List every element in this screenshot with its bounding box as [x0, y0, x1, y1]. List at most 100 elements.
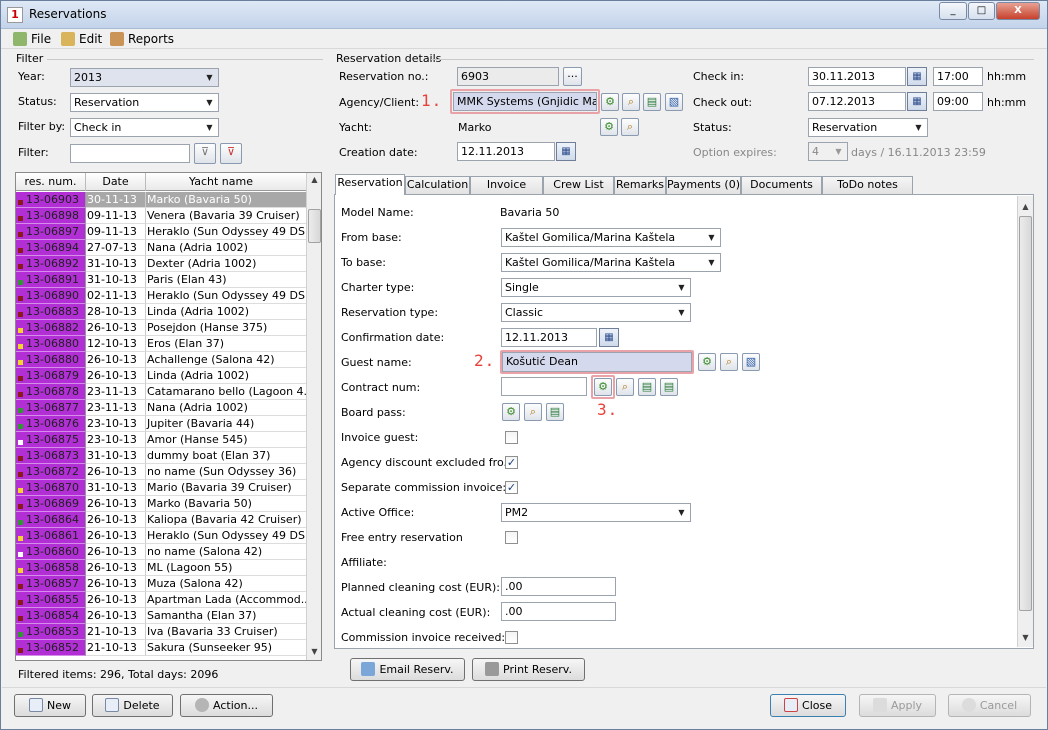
scroll-up-icon[interactable]: ▲	[1018, 202, 1033, 211]
comminv-checkbox[interactable]	[505, 631, 518, 644]
sepcomm-checkbox[interactable]: ✓	[505, 481, 518, 494]
tab-payments[interactable]: Payments (0)	[666, 176, 741, 194]
menu-file[interactable]: File	[11, 31, 51, 47]
menu-reports[interactable]: Reports	[108, 31, 174, 47]
invguest-checkbox[interactable]	[505, 431, 518, 444]
table-row[interactable]: 13-06873 31-10-13 dummy boat (Elan 37)	[16, 448, 306, 464]
tab-invoice-detail[interactable]: Invoice detail	[470, 176, 543, 207]
table-row[interactable]: 13-06860 26-10-13 no name (Salona 42)	[16, 544, 306, 560]
agency-edit-icon[interactable]: ▧	[665, 93, 683, 111]
tobase-select[interactable]: Kaštel Gomilica/Marina Kaštela ▼	[501, 253, 721, 272]
checkout-date-field[interactable]: 07.12.2013	[808, 92, 906, 111]
table-row[interactable]: 13-06882 26-10-13 Posejdon (Hanse 375)	[16, 320, 306, 336]
agency-field[interactable]: MMK Systems (Gnjidic Marko)	[453, 92, 597, 111]
planned-field[interactable]: .00	[501, 577, 616, 596]
table-row[interactable]: 13-06876 23-10-13 Jupiter (Bavaria 44)	[16, 416, 306, 432]
table-row[interactable]: 13-06878 23-11-13 Catamarano bello (Lagoon…	[16, 384, 306, 400]
tab-remarks[interactable]: Remarks	[614, 176, 666, 194]
table-row[interactable]: 13-06894 27-07-13 Nana (Adria 1002)	[16, 240, 306, 256]
form-scrollbar[interactable]: ▲ ▼	[1017, 196, 1033, 647]
checkin-date-field[interactable]: 30.11.2013	[808, 67, 906, 86]
grid-scrollbar[interactable]: ▲ ▼	[306, 173, 321, 660]
yacht-search-icon[interactable]: ⌕	[621, 118, 639, 136]
table-row[interactable]: 13-06898 09-11-13 Venera (Bavaria 39 Cruis…	[16, 208, 306, 224]
filter-input[interactable]	[70, 144, 190, 163]
table-row[interactable]: 13-06852 21-10-13 Sakura (Sunseeker 95)	[16, 640, 306, 656]
freeentry-checkbox[interactable]	[505, 531, 518, 544]
tab-reservation[interactable]: Reservation	[335, 174, 405, 195]
table-row[interactable]: 13-06875 23-10-13 Amor (Hanse 545)	[16, 432, 306, 448]
calendar-icon[interactable]: ▦	[556, 142, 576, 161]
status-select[interactable]: Reservation ▼	[70, 93, 219, 112]
cancel-button[interactable]: Cancel	[948, 694, 1031, 717]
calendar-icon[interactable]: ▦	[599, 328, 619, 347]
calendar-icon[interactable]: ▦	[907, 92, 927, 111]
guest-field[interactable]: Košutić Dean	[502, 352, 692, 372]
scroll-down-icon[interactable]: ▼	[307, 647, 321, 656]
table-row[interactable]: 13-06891 31-10-13 Paris (Elan 43)	[16, 272, 306, 288]
guest-search-icon[interactable]: ⌕	[720, 353, 738, 371]
yacht-settings-icon[interactable]: ⚙	[600, 118, 618, 136]
agencydisc-checkbox[interactable]: ✓	[505, 456, 518, 469]
table-row[interactable]: 13-06877 23-11-13 Nana (Adria 1002)	[16, 400, 306, 416]
table-row[interactable]: 13-06879 26-10-13 Linda (Adria 1002)	[16, 368, 306, 384]
email-reservation-button[interactable]: Email Reserv.	[350, 658, 465, 681]
table-row[interactable]: 13-06854 26-10-13 Samantha (Elan 37)	[16, 608, 306, 624]
menu-edit[interactable]: Edit	[59, 31, 102, 47]
table-row[interactable]: 13-06890 02-11-13 Heraklo (Sun Odyssey 49 …	[16, 288, 306, 304]
boardpass-settings-icon[interactable]: ⚙	[502, 403, 520, 421]
table-row[interactable]: 13-06870 31-10-13 Mario (Bavaria 39 Cruise…	[16, 480, 306, 496]
col-yacht-name[interactable]: Yacht name	[146, 173, 296, 191]
table-row[interactable]: 13-06864 26-10-13 Kaliopa (Bavaria 42 Crui…	[16, 512, 306, 528]
agency-settings-icon[interactable]: ⚙	[601, 93, 619, 111]
grid-scroll-thumb[interactable]	[308, 209, 321, 243]
tab-calculation[interactable]: Calculation	[405, 176, 470, 194]
contract-export-icon[interactable]: ▤	[660, 378, 678, 396]
table-row[interactable]: 13-06883 28-10-13 Linda (Adria 1002)	[16, 304, 306, 320]
guest-edit-icon[interactable]: ▧	[742, 353, 760, 371]
checkout-time-field[interactable]: 09:00	[933, 92, 983, 111]
close-window-button[interactable]: X	[996, 2, 1040, 20]
table-row[interactable]: 13-06897 09-11-13 Heraklo (Sun Odyssey 49 …	[16, 224, 306, 240]
tab-todo-notes[interactable]: ToDo notes (0/0)	[822, 176, 913, 207]
table-row[interactable]: 13-06855 26-10-13 Apartman Lada (Accommod.…	[16, 592, 306, 608]
res-status-select[interactable]: Reservation ▼	[808, 118, 928, 137]
table-row[interactable]: 13-06872 26-10-13 no name (Sun Odyssey 36)	[16, 464, 306, 480]
form-scroll-thumb[interactable]	[1019, 216, 1032, 611]
office-select[interactable]: PM2 ▼	[501, 503, 691, 522]
apply-button[interactable]: Apply	[859, 694, 936, 717]
col-date[interactable]: Date	[86, 173, 146, 191]
boardpass-search-icon[interactable]: ⌕	[524, 403, 542, 421]
confdate-field[interactable]: 12.11.2013	[501, 328, 597, 347]
table-row[interactable]: 13-06857 26-10-13 Muza (Salona 42)	[16, 576, 306, 592]
contract-add-icon[interactable]: ▤	[638, 378, 656, 396]
tab-crew-list[interactable]: Crew List (0)	[543, 176, 614, 207]
close-button[interactable]: Close	[770, 694, 846, 717]
guest-settings-icon[interactable]: ⚙	[698, 353, 716, 371]
contract-search-icon[interactable]: ⌕	[616, 378, 634, 396]
minimize-button[interactable]: _	[939, 2, 967, 20]
checkin-time-field[interactable]: 17:00	[933, 67, 983, 86]
table-row[interactable]: 13-06892 31-10-13 Dexter (Adria 1002)	[16, 256, 306, 272]
actual-field[interactable]: .00	[501, 602, 616, 621]
table-row[interactable]: 13-06903 30-11-13 Marko (Bavaria 50)	[16, 192, 306, 208]
filter-apply-icon[interactable]: ⊽	[194, 143, 216, 164]
resno-browse-button[interactable]: ...	[563, 67, 582, 86]
new-button[interactable]: New	[14, 694, 86, 717]
year-select[interactable]: 2013 ▼	[70, 68, 219, 87]
table-row[interactable]: 13-06861 26-10-13 Heraklo (Sun Odyssey 49 …	[16, 528, 306, 544]
action-button[interactable]: Action...	[180, 694, 273, 717]
agency-search-icon[interactable]: ⌕	[622, 93, 640, 111]
contract-settings-icon[interactable]: ⚙	[594, 378, 612, 396]
table-row[interactable]: 13-06853 21-10-13 Iva (Bavaria 33 Cruiser)	[16, 624, 306, 640]
col-res-num[interactable]: res. num.	[16, 173, 86, 191]
boardpass-export-icon[interactable]: ▤	[546, 403, 564, 421]
maximize-button[interactable]: □	[968, 2, 995, 20]
creation-field[interactable]: 12.11.2013	[457, 142, 555, 161]
table-row[interactable]: 13-06869 26-10-13 Marko (Bavaria 50)	[16, 496, 306, 512]
scroll-up-icon[interactable]: ▲	[307, 175, 321, 184]
scroll-down-icon[interactable]: ▼	[1018, 633, 1033, 642]
print-reservation-button[interactable]: Print Reserv.	[472, 658, 585, 681]
table-row[interactable]: 13-06880 26-10-13 Achallenge (Salona 42)	[16, 352, 306, 368]
restype-select[interactable]: Classic ▼	[501, 303, 691, 322]
